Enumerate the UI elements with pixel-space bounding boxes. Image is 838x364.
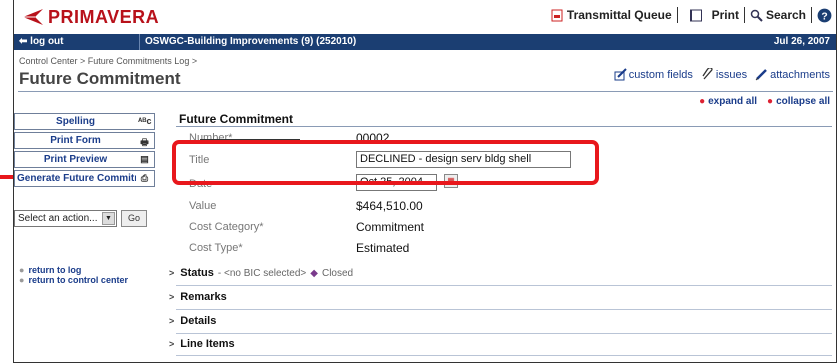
- section-title: Future Commitment: [179, 112, 293, 126]
- generate-icon: ⎙: [140, 173, 149, 183]
- nav-divider: [139, 34, 140, 50]
- action-select-value: Select an action...: [18, 213, 98, 224]
- cost-type-label: Cost Type*: [189, 242, 243, 254]
- transmittal-queue-button[interactable]: Transmittal Queue: [551, 8, 672, 22]
- diamond-icon: ◆: [310, 267, 318, 279]
- generate-future-commitment-button[interactable]: Generate Future Commitment ⎙: [14, 170, 155, 187]
- print-icon: [689, 9, 702, 21]
- spelling-label: Spelling: [56, 116, 95, 127]
- transmittal-queue-label: Transmittal Queue: [566, 8, 672, 22]
- remarks-label: Remarks: [180, 291, 227, 303]
- top-header: PRIMAVERA Transmittal Queue Print Search…: [14, 0, 836, 34]
- attachment-pencil-icon: [755, 69, 767, 81]
- line-items-label: Line Items: [180, 338, 235, 350]
- logout-link[interactable]: ⬅ log out: [19, 36, 64, 47]
- status-section-toggle[interactable]: > Status - <no BIC selected> ◆ Closed: [169, 267, 353, 279]
- dropdown-arrow-icon: ▼: [102, 212, 115, 225]
- return-to-log-label: return to log: [28, 265, 82, 275]
- print-form-button[interactable]: Print Form 🖶: [14, 132, 155, 149]
- document-icon: ▤: [140, 154, 149, 164]
- issues-label: issues: [715, 68, 748, 81]
- chevron-right-icon: >: [169, 316, 175, 326]
- row-divider: [176, 355, 832, 356]
- expand-all-link[interactable]: ● expand all: [699, 96, 757, 107]
- details-label: Details: [180, 315, 217, 327]
- cost-type-value: Estimated: [356, 241, 410, 255]
- brand-name: PRIMAVERA: [48, 6, 160, 27]
- issues-link[interactable]: issues: [701, 68, 747, 81]
- spelling-button[interactable]: Spelling ᴬᴮc: [14, 113, 155, 130]
- collapse-all-link[interactable]: ● collapse all: [767, 96, 830, 107]
- value-label: Value: [189, 200, 217, 212]
- collapse-all-label: collapse all: [776, 96, 830, 107]
- expand-all-label: expand all: [708, 96, 758, 107]
- attachments-link[interactable]: attachments: [755, 68, 830, 81]
- action-select[interactable]: Select an action... ▼: [14, 210, 117, 227]
- return-to-control-center-label: return to control center: [28, 275, 128, 285]
- status-bic: - <no BIC selected>: [217, 267, 307, 279]
- expand-collapse-controls: ● expand all ● collapse all: [699, 96, 830, 107]
- nav-bar: ⬅ log out OSWGC-Building Improvements (9…: [14, 34, 836, 50]
- expand-dot-icon: ●: [699, 96, 706, 107]
- line-items-section-toggle[interactable]: > Line Items: [169, 338, 235, 350]
- back-arrow-icon: ⬅: [19, 36, 31, 47]
- toolbar-divider: [743, 7, 745, 23]
- pencil-icon: [614, 68, 627, 81]
- search-label: Search: [765, 8, 806, 22]
- print-preview-button[interactable]: Print Preview ▤: [14, 151, 155, 168]
- return-to-control-center-link[interactable]: ● return to control center: [19, 275, 128, 285]
- attachments-label: attachments: [770, 68, 830, 81]
- print-preview-label: Print Preview: [43, 154, 108, 165]
- transmittal-icon: [551, 9, 563, 21]
- page-title: Future Commitment: [19, 69, 181, 88]
- breadcrumb[interactable]: Control Center > Future Commitments Log …: [19, 56, 197, 66]
- section-divider: [176, 126, 832, 127]
- title-divider: [18, 91, 833, 92]
- paperclip-icon: [702, 68, 713, 80]
- highlight-box: [172, 140, 599, 185]
- row-divider: [176, 309, 832, 310]
- help-button[interactable]: ?: [817, 8, 832, 23]
- chevron-right-icon: >: [169, 268, 175, 278]
- top-toolbar: Transmittal Queue Print Search ?: [551, 7, 832, 23]
- bullet-icon: ●: [19, 275, 25, 285]
- print-form-label: Print Form: [50, 135, 101, 146]
- print-label: Print: [711, 8, 739, 22]
- return-to-log-link[interactable]: ● return to log: [19, 265, 128, 275]
- chevron-right-icon: >: [169, 292, 175, 302]
- cost-category-label: Cost Category*: [189, 221, 264, 233]
- value-value: $464,510.00: [356, 199, 423, 213]
- logout-label: log out: [30, 36, 64, 47]
- printer-icon: 🖶: [140, 137, 149, 147]
- custom-fields-link[interactable]: custom fields: [614, 68, 693, 81]
- toolbar-divider: [676, 7, 678, 23]
- custom-fields-label: custom fields: [628, 68, 693, 81]
- svg-text:?: ?: [821, 11, 827, 22]
- primavera-logo-icon: [23, 9, 43, 25]
- cost-category-value: Commitment: [356, 220, 425, 234]
- header-links: custom fields issues attachments: [614, 68, 830, 81]
- chevron-right-icon: >: [169, 339, 175, 349]
- app-frame: PRIMAVERA Transmittal Queue Print Search…: [13, 0, 837, 363]
- row-divider: [176, 285, 832, 286]
- go-button[interactable]: Go: [121, 210, 147, 227]
- status-label: Status: [180, 267, 214, 279]
- print-button[interactable]: Print: [683, 8, 739, 22]
- search-icon: [750, 9, 763, 22]
- details-section-toggle[interactable]: > Details: [169, 315, 216, 327]
- side-links: ● return to log ● return to control center: [19, 265, 128, 285]
- generate-label: Generate Future Commitment: [17, 173, 136, 184]
- status-state: Closed: [321, 267, 354, 279]
- current-date: Jul 26, 2007: [773, 36, 830, 47]
- row-divider: [176, 333, 832, 334]
- help-icon: ?: [817, 8, 832, 22]
- remarks-section-toggle[interactable]: > Remarks: [169, 291, 227, 303]
- primavera-logo: PRIMAVERA: [22, 6, 159, 28]
- search-button[interactable]: Search: [750, 8, 806, 22]
- bullet-icon: ●: [19, 265, 25, 275]
- project-name[interactable]: OSWGC-Building Improvements (9) (252010): [145, 36, 356, 47]
- spellcheck-icon: ᴬᴮc: [138, 116, 152, 126]
- toolbar-divider: [811, 7, 812, 23]
- collapse-dot-icon: ●: [767, 96, 774, 107]
